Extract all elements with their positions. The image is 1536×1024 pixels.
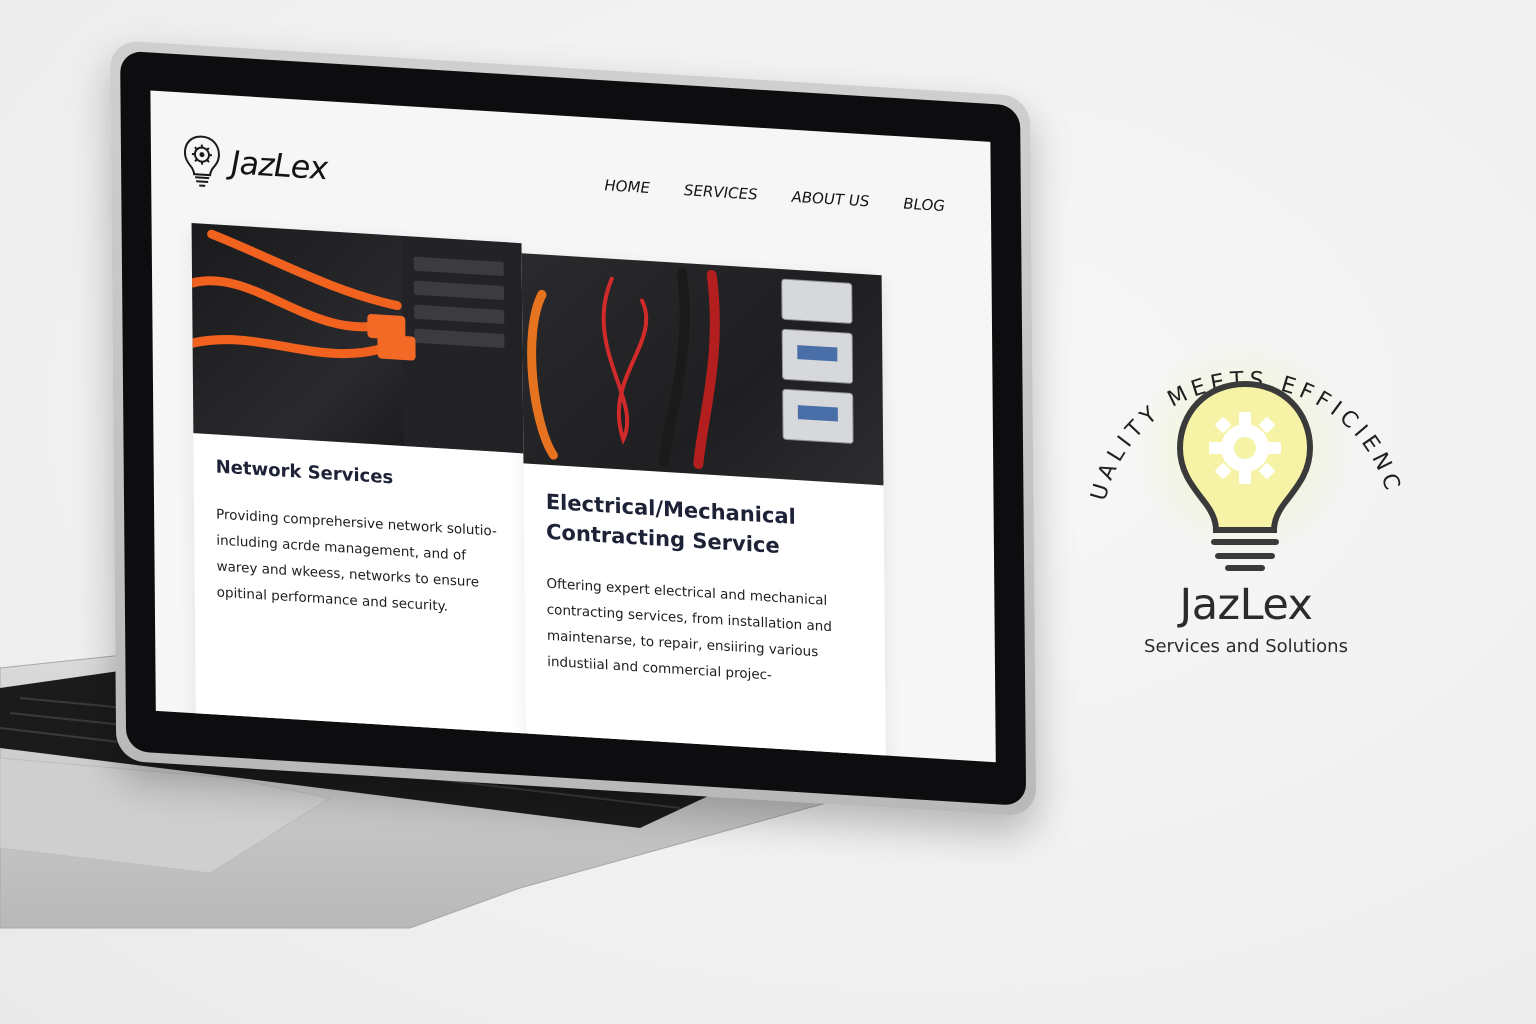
card-description: Providing comprehersive network solutio-… [216,506,497,615]
card-electrical-mechanical[interactable]: Electrical/Mechanical Contracting Servic… [521,253,887,763]
card-title: Network Services [215,456,394,489]
logo-text: JazLex [230,143,328,188]
lightbulb-gear-icon [183,135,220,187]
main-nav: HOME SERVICES ABOUT US BLOG [604,176,945,215]
site-logo[interactable]: JazLex [181,131,328,196]
nav-about-us[interactable]: ABOUT US [791,188,869,211]
laptop-lid: JazLex HOME SERVICES ABOUT US BLOG Netwo… [110,40,1037,817]
nav-services[interactable]: SERVICES [684,181,758,204]
network-cables-image [191,222,524,454]
nav-home[interactable]: HOME [604,176,650,197]
electrical-tools-illustration [527,267,854,470]
network-cables-illustration [191,229,524,454]
card-title: Electrical/Mechanical Contracting Servic… [545,489,796,559]
brand-mark: QUALITY MEETS EFFICIENCY JazLex Services… [1086,318,1406,678]
screen-bezel: JazLex HOME SERVICES ABOUT US BLOG Netwo… [120,50,1027,807]
lightbulb-gear-icon [1176,380,1314,571]
website-screen: JazLex HOME SERVICES ABOUT US BLOG Netwo… [150,90,996,763]
electrical-tools-image [521,253,884,486]
service-cards: Network Services Providing comprehersive… [191,222,956,763]
card-description: Oftering expert electrical and mechanica… [546,575,832,684]
card-network-services[interactable]: Network Services Providing comprehersive… [191,222,527,763]
brand-name: JazLex [1179,580,1313,630]
nav-blog[interactable]: BLOG [903,195,945,216]
brand-tagline: Services and Solutions [1144,636,1348,657]
